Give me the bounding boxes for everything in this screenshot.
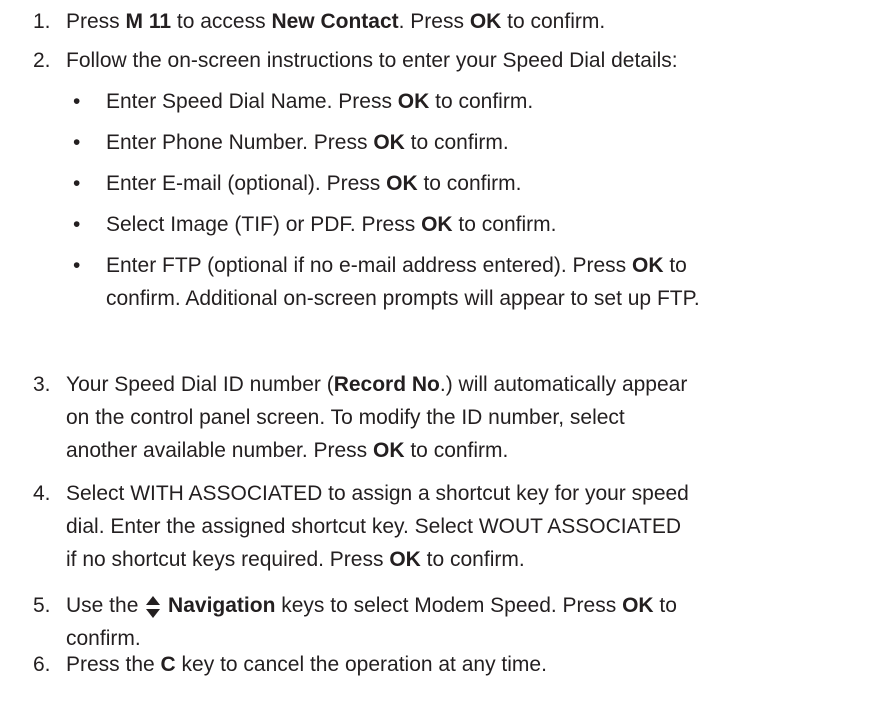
instruction-document: 1. Press M 11 to access New Contact. Pres… bbox=[0, 0, 889, 711]
text-run: to bbox=[663, 254, 687, 277]
step-number: 3. bbox=[33, 373, 51, 396]
bold-text: Navigation bbox=[162, 594, 276, 617]
bullet-text-line: Enter Phone Number. Press OK to confirm. bbox=[106, 130, 509, 156]
text-run: .) will automatically appear bbox=[439, 373, 688, 396]
bold-text: M 11 bbox=[125, 10, 172, 33]
text-run: Press bbox=[66, 10, 126, 33]
text-run: confirm. bbox=[66, 627, 141, 650]
text-run: Enter FTP (optional if no e-mail address… bbox=[106, 254, 633, 277]
step-number: 1. bbox=[33, 10, 51, 33]
bold-text: OK bbox=[373, 439, 405, 462]
text-run: to confirm. bbox=[404, 131, 509, 154]
bullet-text-line: Enter E-mail (optional). Press OK to con… bbox=[106, 171, 521, 197]
bold-text: New Contact bbox=[271, 10, 399, 33]
bold-text: C bbox=[160, 653, 176, 676]
bold-text: Record No bbox=[333, 373, 440, 396]
text-run: Follow the on-screen instructions to ent… bbox=[66, 49, 678, 72]
text-run: . Press bbox=[398, 10, 470, 33]
bold-text: OK bbox=[622, 594, 654, 617]
step-number: 6. bbox=[33, 653, 51, 676]
text-run: keys to select Modem Speed. Press bbox=[275, 594, 623, 617]
step-text-line: Follow the on-screen instructions to ent… bbox=[66, 48, 678, 74]
text-run: to confirm. bbox=[501, 10, 606, 33]
bold-text: OK bbox=[421, 213, 453, 236]
step-text-line: Your Speed Dial ID number (Record No.) w… bbox=[66, 372, 687, 398]
text-run: on the control panel screen. To modify t… bbox=[66, 406, 625, 429]
step-text-line: confirm. bbox=[66, 626, 141, 652]
step-text-line: another available number. Press OK to co… bbox=[66, 438, 508, 464]
text-run: Select Image (TIF) or PDF. Press bbox=[106, 213, 422, 236]
text-run: if no shortcut keys required. Press bbox=[66, 548, 390, 571]
bullet-text-line: Select Image (TIF) or PDF. Press OK to c… bbox=[106, 212, 556, 238]
bold-text: OK bbox=[389, 548, 421, 571]
step-text-line: Press the C key to cancel the operation … bbox=[66, 652, 547, 678]
step-number: 2. bbox=[33, 49, 51, 72]
step-number: 4. bbox=[33, 482, 51, 505]
bullet-icon: • bbox=[73, 131, 81, 154]
step-text-line: Select WITH ASSOCIATED to assign a short… bbox=[66, 481, 689, 507]
bold-text: OK bbox=[632, 254, 664, 277]
text-run: to access bbox=[171, 10, 272, 33]
bold-text: OK bbox=[386, 172, 418, 195]
text-run: to confirm. bbox=[452, 213, 557, 236]
bullet-icon: • bbox=[73, 90, 81, 113]
up-down-navigation-icon bbox=[144, 593, 162, 619]
text-run: confirm. Additional on-screen prompts wi… bbox=[106, 287, 700, 310]
bullet-text-line: Enter FTP (optional if no e-mail address… bbox=[106, 253, 687, 279]
bold-text: OK bbox=[373, 131, 405, 154]
text-run: dial. Enter the assigned shortcut key. S… bbox=[66, 515, 682, 538]
bullet-icon: • bbox=[73, 254, 81, 277]
bullet-icon: • bbox=[73, 213, 81, 236]
text-run: Enter E-mail (optional). Press bbox=[106, 172, 387, 195]
text-run: to bbox=[653, 594, 677, 617]
text-run: Enter Phone Number. Press bbox=[106, 131, 374, 154]
text-run: to confirm. bbox=[417, 172, 522, 195]
step-text-line: if no shortcut keys required. Press OK t… bbox=[66, 547, 525, 573]
text-run: to confirm. bbox=[404, 439, 509, 462]
text-run: Select WITH ASSOCIATED to assign a short… bbox=[66, 482, 689, 505]
bold-text: OK bbox=[469, 10, 502, 33]
text-run: another available number. Press bbox=[66, 439, 374, 462]
text-run: to confirm. bbox=[429, 90, 534, 113]
step-text-line: Use the Navigation keys to select Modem … bbox=[66, 593, 677, 619]
text-run: Enter Speed Dial Name. Press bbox=[106, 90, 398, 113]
text-run: Your Speed Dial ID number ( bbox=[66, 373, 334, 396]
step-text-line: dial. Enter the assigned shortcut key. S… bbox=[66, 514, 681, 540]
text-run: Use the bbox=[66, 594, 145, 617]
bold-text: OK bbox=[397, 90, 430, 113]
text-run: to confirm. bbox=[420, 548, 525, 571]
step-number: 5. bbox=[33, 594, 51, 617]
bullet-icon: • bbox=[73, 172, 81, 195]
step-text-line: Press M 11 to access New Contact. Press … bbox=[66, 9, 605, 35]
bullet-text-line: confirm. Additional on-screen prompts wi… bbox=[106, 286, 700, 312]
bullet-text-line: Enter Speed Dial Name. Press OK to confi… bbox=[106, 89, 533, 115]
step-text-line: on the control panel screen. To modify t… bbox=[66, 405, 625, 431]
text-run: Press the bbox=[66, 653, 161, 676]
text-run: key to cancel the operation at any time. bbox=[175, 653, 547, 676]
